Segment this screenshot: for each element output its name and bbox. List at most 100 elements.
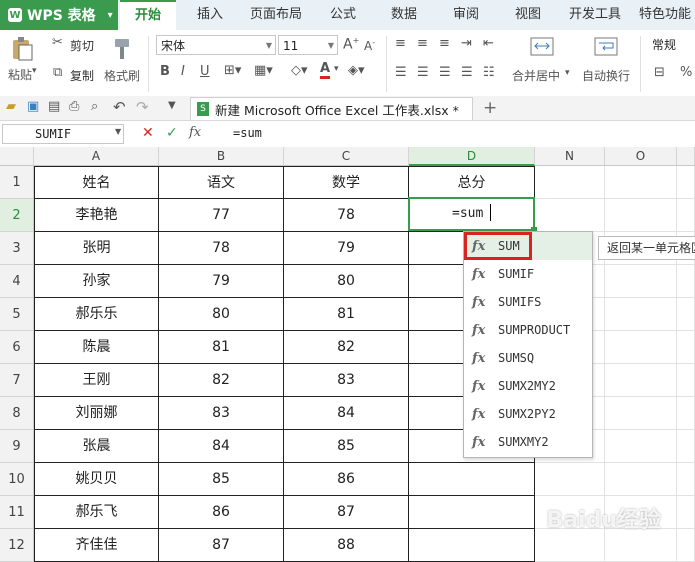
empty-cell[interactable] bbox=[535, 199, 605, 232]
wrap-text-button[interactable] bbox=[594, 36, 618, 58]
paste-button[interactable] bbox=[10, 36, 38, 62]
justify-icon[interactable]: ☰ bbox=[461, 65, 473, 80]
table-cell[interactable]: 李艳艳 bbox=[34, 199, 159, 232]
table-cell[interactable]: 87 bbox=[159, 529, 284, 562]
font-name-select[interactable]: 宋体 ▼ bbox=[156, 35, 276, 55]
empty-cell[interactable] bbox=[605, 166, 677, 199]
confirm-check-icon[interactable]: ✓ bbox=[166, 125, 178, 141]
table-cell[interactable]: 郝乐飞 bbox=[34, 496, 159, 529]
table-cell[interactable]: 语文 bbox=[159, 166, 284, 199]
column-header[interactable]: N bbox=[535, 147, 605, 166]
tab-page-layout[interactable]: 页面布局 bbox=[245, 0, 307, 30]
cancel-icon[interactable]: ✕ bbox=[142, 125, 154, 141]
empty-cell[interactable] bbox=[677, 463, 695, 496]
save-icon[interactable]: ▣ bbox=[27, 99, 39, 114]
indent-icon[interactable]: ⇥ bbox=[461, 36, 472, 51]
table-cell[interactable]: 79 bbox=[159, 265, 284, 298]
print-icon[interactable]: ⎙ bbox=[69, 99, 79, 114]
formula-input[interactable]: =sum bbox=[233, 126, 262, 140]
column-header[interactable]: O bbox=[605, 147, 677, 166]
row-header[interactable]: 12 bbox=[0, 529, 34, 562]
table-cell[interactable]: 81 bbox=[159, 331, 284, 364]
table-cell[interactable]: 孙家 bbox=[34, 265, 159, 298]
table-cell[interactable]: 86 bbox=[159, 496, 284, 529]
new-tab-plus-icon[interactable]: + bbox=[483, 98, 497, 118]
name-box[interactable]: SUMIF bbox=[2, 124, 124, 144]
empty-cell[interactable] bbox=[605, 430, 677, 463]
table-cell[interactable]: 84 bbox=[284, 397, 409, 430]
table-cell[interactable]: 总分 bbox=[409, 166, 535, 199]
column-header[interactable]: C bbox=[284, 147, 409, 166]
column-header-selected[interactable]: D bbox=[409, 147, 535, 166]
tab-insert[interactable]: 插入 bbox=[184, 0, 236, 30]
bold-icon[interactable]: B bbox=[160, 64, 170, 79]
empty-cell[interactable] bbox=[677, 397, 695, 430]
empty-cell[interactable] bbox=[677, 364, 695, 397]
row-header[interactable]: 4 bbox=[0, 265, 34, 298]
autocomplete-item[interactable]: fx SUMPRODUCT bbox=[464, 316, 592, 344]
caret-down-icon[interactable]: ▾ bbox=[334, 64, 339, 74]
empty-cell[interactable] bbox=[605, 199, 677, 232]
tab-data[interactable]: 数据 bbox=[378, 0, 430, 30]
highlight-icon[interactable]: ◇▾ bbox=[291, 63, 308, 78]
tab-special-features[interactable]: 特色功能 bbox=[634, 0, 695, 30]
table-cell[interactable]: 郝乐乐 bbox=[34, 298, 159, 331]
align-bottom-icon[interactable]: ≡ bbox=[439, 36, 450, 51]
caret-down-icon[interactable]: ▾ bbox=[565, 68, 570, 78]
select-all-corner[interactable] bbox=[0, 147, 34, 166]
table-cell[interactable]: 88 bbox=[284, 529, 409, 562]
align-top-icon[interactable]: ≡ bbox=[395, 36, 406, 51]
merge-center-button[interactable] bbox=[530, 36, 554, 58]
row-header[interactable]: 3 bbox=[0, 232, 34, 265]
empty-cell[interactable] bbox=[605, 331, 677, 364]
empty-cell[interactable] bbox=[677, 331, 695, 364]
empty-cell[interactable] bbox=[677, 496, 695, 529]
row-header[interactable]: 9 bbox=[0, 430, 34, 463]
table-cell[interactable]: 79 bbox=[284, 232, 409, 265]
table-cell[interactable]: 姓名 bbox=[34, 166, 159, 199]
empty-cell[interactable] bbox=[677, 265, 695, 298]
column-header[interactable]: A bbox=[34, 147, 159, 166]
autocomplete-item[interactable]: fx SUMIF bbox=[464, 260, 592, 288]
currency-icon[interactable]: ⊟ bbox=[654, 65, 665, 80]
outdent-icon[interactable]: ⇤ bbox=[483, 36, 494, 51]
font-size-select[interactable]: 11 ▼ bbox=[278, 35, 338, 55]
border-icon[interactable]: ⊞▾ bbox=[224, 63, 241, 78]
table-cell[interactable]: 85 bbox=[284, 430, 409, 463]
table-cell[interactable]: 81 bbox=[284, 298, 409, 331]
align-left-icon[interactable]: ☰ bbox=[395, 65, 407, 80]
table-cell[interactable]: 82 bbox=[284, 331, 409, 364]
clear-format-icon[interactable]: ◈▾ bbox=[348, 63, 365, 78]
fill-color-icon[interactable]: ▦▾ bbox=[254, 63, 273, 78]
empty-cell[interactable] bbox=[605, 463, 677, 496]
empty-cell[interactable] bbox=[605, 265, 677, 298]
decrease-font-icon[interactable]: A- bbox=[364, 38, 375, 53]
table-cell[interactable]: 78 bbox=[159, 232, 284, 265]
copy-button[interactable]: 复制 bbox=[70, 67, 94, 84]
row-header[interactable]: 7 bbox=[0, 364, 34, 397]
empty-cell[interactable] bbox=[535, 463, 605, 496]
chevron-down-icon[interactable]: ▼ bbox=[115, 127, 121, 136]
table-cell[interactable] bbox=[409, 496, 535, 529]
row-header[interactable]: 6 bbox=[0, 331, 34, 364]
tab-home[interactable]: 开始 bbox=[120, 0, 176, 30]
tab-formulas[interactable]: 公式 bbox=[317, 0, 369, 30]
scissors-icon[interactable]: ✂ bbox=[52, 35, 63, 50]
column-header[interactable]: B bbox=[159, 147, 284, 166]
align-middle-icon[interactable]: ≡ bbox=[417, 36, 428, 51]
table-cell[interactable]: 数学 bbox=[284, 166, 409, 199]
italic-icon[interactable]: I bbox=[181, 64, 185, 79]
font-color-icon[interactable]: A bbox=[320, 62, 331, 79]
print-preview-icon[interactable]: ⌕ bbox=[91, 99, 98, 114]
table-cell[interactable]: 张晨 bbox=[34, 430, 159, 463]
empty-cell[interactable] bbox=[677, 199, 695, 232]
empty-cell[interactable] bbox=[677, 430, 695, 463]
align-center-icon[interactable]: ☰ bbox=[417, 65, 429, 80]
tab-developer[interactable]: 开发工具 bbox=[564, 0, 626, 30]
table-cell[interactable]: 齐佳佳 bbox=[34, 529, 159, 562]
table-cell[interactable]: 姚贝贝 bbox=[34, 463, 159, 496]
table-cell[interactable]: 87 bbox=[284, 496, 409, 529]
autocomplete-item[interactable]: fx SUMSQ bbox=[464, 344, 592, 372]
table-cell[interactable]: 82 bbox=[159, 364, 284, 397]
autocomplete-item[interactable]: fx SUMX2PY2 bbox=[464, 400, 592, 428]
